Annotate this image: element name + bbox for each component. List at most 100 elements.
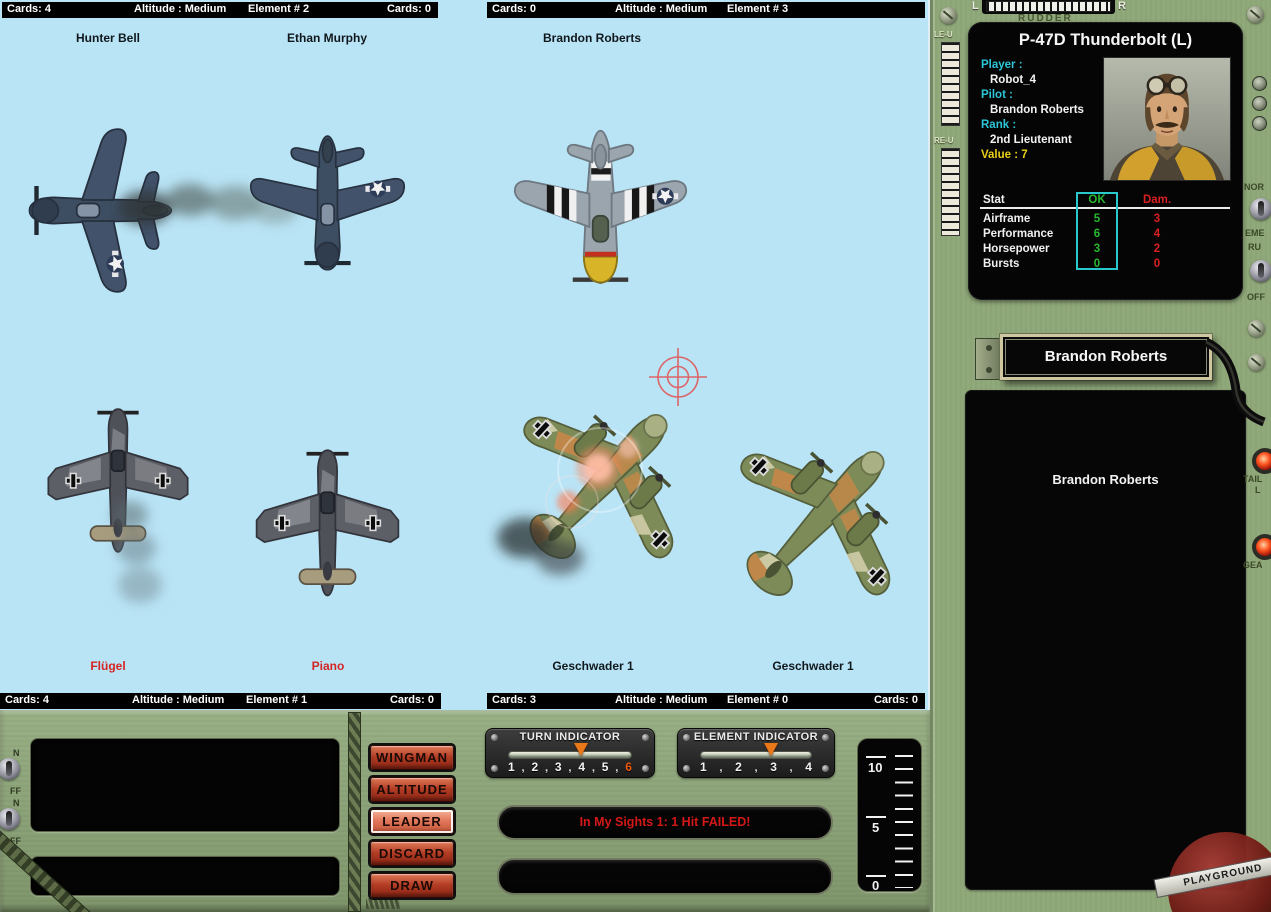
toggle-switch-icon[interactable]	[1250, 260, 1271, 282]
cards-count: Cards: 0	[873, 694, 918, 706]
stat-name: Horsepower	[983, 243, 1050, 255]
toggle-switch-icon[interactable]	[1250, 198, 1271, 220]
altitude-status: Altitude : Medium	[132, 694, 225, 706]
wingman-button[interactable]: WINGMAN	[370, 745, 454, 770]
pilot-label: Pilot :	[981, 89, 1013, 101]
pilot-name-brandon-roberts: Brandon Roberts	[542, 31, 642, 45]
cockpit-panel: L R RUDDER LE-U RE-U P-47D Thunderbolt (…	[930, 0, 1271, 912]
turn-indicator: TURN INDICATOR 1,2,3,4,5,6	[485, 728, 655, 778]
switch-label: N	[13, 748, 20, 758]
screw-icon	[683, 734, 690, 741]
cable-decoration	[1203, 337, 1266, 427]
turn-number: 5	[601, 760, 609, 774]
turn-indicator-title: TURN INDICATOR	[519, 731, 621, 743]
re-u-label: RE-U	[934, 136, 954, 145]
red-light-icon	[1252, 448, 1271, 474]
turn-slider-track	[508, 751, 632, 759]
stat-ok-value: 0	[1093, 258, 1101, 270]
altitude-gauge: 10 5 0	[857, 738, 922, 893]
element-pointer-icon[interactable]	[764, 743, 778, 756]
switch-label: FF	[10, 786, 21, 796]
rudder-right-label: R	[1118, 0, 1126, 12]
turn-pointer-icon[interactable]	[574, 743, 588, 756]
element-number: Element # 0	[727, 694, 789, 706]
element-number: Element # 2	[248, 3, 310, 15]
turn-number: 2	[531, 760, 539, 774]
off-label: OFF	[1247, 292, 1265, 302]
connector-icon	[1252, 96, 1267, 111]
screw-icon	[642, 765, 649, 772]
turn-numbers: 1,2,3,4,5,6	[508, 760, 632, 774]
aircraft-p47-brandon-roberts[interactable]	[508, 103, 693, 288]
explosion-smoke-effect	[497, 427, 643, 575]
smoke-effect-flugel	[112, 501, 162, 603]
pilot-info-fields: Player : Robot_4 Pilot : Brandon Roberts…	[981, 58, 1103, 163]
cards-count: Cards: 4	[7, 3, 52, 15]
gauge-label-5: 5	[872, 820, 880, 835]
screw-icon	[491, 765, 498, 772]
stat-header: Stat	[983, 194, 1005, 206]
cards-count: Cards: 4	[5, 694, 50, 706]
control-panel: N FF N FF WINGMAN ALTITUDE LEADER DISCAR…	[0, 710, 930, 912]
gauge-tick	[866, 875, 886, 877]
aircraft-bf109-piano[interactable]	[240, 445, 415, 620]
cable-decoration	[348, 712, 361, 912]
pilot-name-hunter-bell: Hunter Bell	[75, 31, 141, 45]
hand-display-box	[30, 738, 340, 832]
game-screen: Cards: 4 Altitude : Medium Element # 2 C…	[0, 0, 1271, 912]
screw-icon	[683, 765, 690, 772]
pilot-value: Brandon Roberts	[990, 104, 1084, 116]
toggle-switch-icon[interactable]	[0, 758, 20, 780]
gauge-label-10: 10	[868, 760, 883, 775]
status-bar-top-left: Cards: 4 Altitude : Medium Element # 2 C…	[2, 2, 438, 18]
rudder-left-label: L	[972, 0, 979, 12]
pilot-selector[interactable]: Brandon Roberts	[1000, 334, 1212, 380]
unit-label-piano: Piano	[311, 659, 345, 673]
secondary-message-box	[497, 858, 833, 895]
aircraft-he111-geschwader[interactable]	[661, 376, 965, 680]
screw-icon	[1247, 6, 1264, 23]
stat-name: Performance	[983, 228, 1054, 240]
altitude-button[interactable]: ALTITUDE	[370, 777, 454, 802]
stat-dam-value: 0	[1153, 258, 1161, 270]
dam-header: Dam.	[1142, 194, 1172, 206]
ru-label: RU	[1248, 242, 1261, 252]
stat-ok-value: 6	[1093, 228, 1101, 240]
watermark-logo: PLAYGROUND	[1153, 832, 1271, 912]
connector-icon	[1252, 116, 1267, 131]
left-elevator-gauge	[941, 42, 960, 126]
red-light-icon	[1252, 534, 1271, 560]
discard-button[interactable]: DISCARD	[370, 841, 454, 866]
altitude-status: Altitude : Medium	[615, 3, 708, 15]
element-slider-track	[700, 751, 812, 759]
aircraft-corsair-ethan-murphy[interactable]	[245, 108, 410, 273]
stamp-mark	[366, 898, 400, 909]
selected-pilot-name: Brandon Roberts	[1044, 348, 1168, 365]
gauge-label-0: 0	[872, 878, 880, 893]
rank-value: 2nd Lieutenant	[990, 134, 1072, 146]
roster-entry-brandon-roberts[interactable]: Brandon Roberts	[965, 472, 1246, 487]
element-number: 1	[700, 760, 707, 774]
crosshair-icon[interactable]	[648, 347, 708, 407]
stat-dam-value: 2	[1153, 243, 1161, 255]
turn-number: 4	[578, 760, 585, 774]
cards-count: Cards: 3	[492, 694, 537, 706]
eme-label: EME	[1245, 228, 1265, 238]
toggle-switch-icon[interactable]	[0, 808, 20, 830]
value-label: Value : 7	[981, 149, 1028, 161]
pilot-name-ethan-murphy: Ethan Murphy	[287, 31, 367, 45]
nor-label: NOR	[1244, 182, 1264, 192]
draw-button[interactable]: DRAW	[370, 873, 454, 898]
tail-label: TAIL	[1243, 474, 1263, 484]
stat-name: Airframe	[983, 213, 1031, 225]
stat-dam-value: 4	[1153, 228, 1161, 240]
element-number: 2	[735, 760, 742, 774]
screw-icon	[822, 734, 829, 741]
status-bar-bottom-right: Cards: 3 Altitude : Medium Element # 0 C…	[487, 693, 925, 709]
le-u-label: LE-U	[934, 30, 953, 39]
rudder-gauge	[986, 1, 1111, 12]
stat-dam-value: 3	[1153, 213, 1161, 225]
leader-button[interactable]: LEADER	[370, 809, 454, 834]
gauge-tick	[866, 756, 886, 758]
screw-icon	[822, 765, 829, 772]
